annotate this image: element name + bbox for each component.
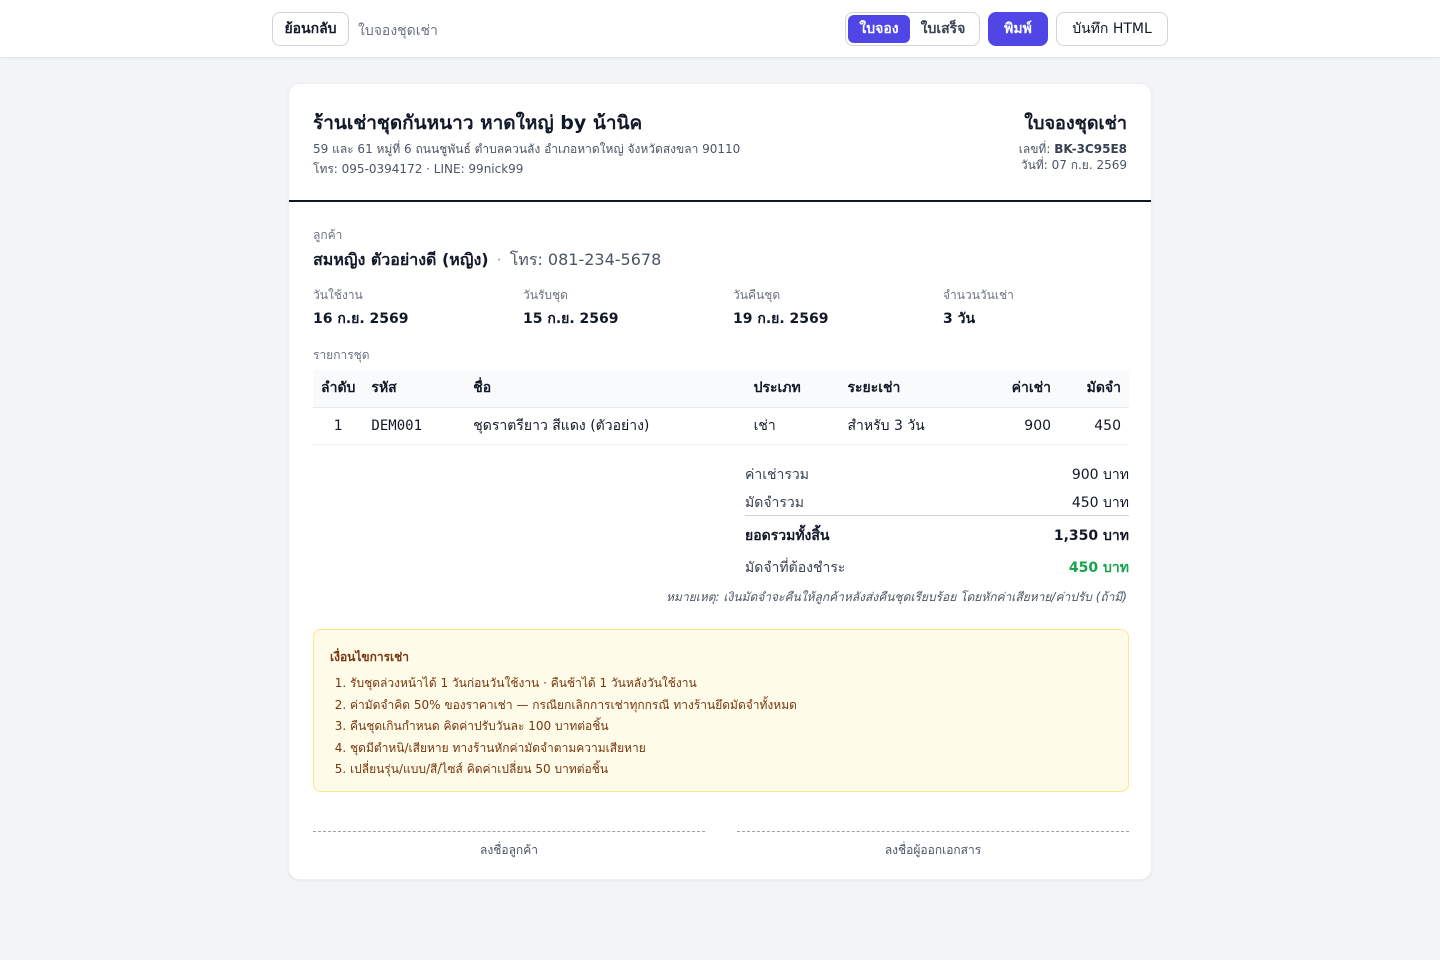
tab-booking[interactable]: ใบจอง [848, 15, 910, 43]
issuer-signature-line [737, 831, 1129, 832]
summary-label: ค่าเช่ารวม [745, 467, 809, 483]
document-number-value: BK-3C95E8 [1054, 142, 1127, 156]
info-value: 3 วัน [943, 311, 976, 327]
summary-value: 450 บาท [1068, 560, 1129, 576]
customer-name: สมหญิง ตัวอย่างดี (หญิง) [313, 250, 489, 269]
info-label: วันรับชุด [523, 288, 568, 302]
document-date: วันที่: 07 ก.ย. 2569 [1021, 156, 1127, 175]
summary-divider [745, 515, 1129, 516]
summary-value: 450 บาท [1071, 495, 1129, 511]
col-no: ลำดับ [313, 370, 364, 408]
cell-type: เช่า [745, 407, 840, 445]
breadcrumb: ใบจองชุดเช่า [358, 23, 438, 39]
info-pickup-date: วันรับชุด 15 ก.ย. 2569 [523, 286, 619, 330]
info-rental-days: จำนวนวันเช่า 3 วัน [943, 286, 1014, 330]
cell-rent: 900 [979, 407, 1060, 445]
booking-document: ร้านเช่าชุดกันหนาว หาดใหญ่ by น้านิค 59 … [288, 83, 1152, 880]
document-title: ใบจองชุดเช่า [1024, 113, 1127, 134]
document-type-toggle: ใบจอง ใบเสร็จ [845, 12, 980, 46]
cell-name: ชุดราตรียาว สีแดง (ตัวอย่าง) [465, 407, 746, 445]
terms-item: ค่ามัดจำคิด 50% ของราคาเช่า — กรณียกเลิก… [350, 695, 1112, 717]
cell-deposit: 450 [1059, 407, 1129, 445]
back-button[interactable]: ย้อนกลับ [272, 12, 349, 46]
summary-label: ยอดรวมทั้งสิ้น [745, 528, 830, 544]
info-return-date: วันคืนชุด 19 ก.ย. 2569 [733, 286, 829, 330]
terms-item: คืนชุดเกินกำหนด คิดค่าปรับวันละ 100 บาทต… [350, 716, 1112, 738]
summary-value: 1,350 บาท [1053, 528, 1129, 544]
col-deposit: มัดจำ [1059, 370, 1129, 408]
info-usage-date: วันใช้งาน 16 ก.ย. 2569 [313, 286, 409, 330]
table-header-row: ลำดับ รหัส ชื่อ ประเภท ระยะเช่า ค่าเช่า … [313, 370, 1129, 408]
info-label: วันคืนชุด [733, 288, 781, 302]
deposit-note: หมายเหตุ: เงินมัดจำจะคืนให้ลูกค้าหลังส่ง… [666, 590, 1127, 604]
info-label: จำนวนวันเช่า [943, 288, 1014, 302]
col-name: ชื่อ [465, 370, 746, 408]
tab-receipt[interactable]: ใบเสร็จ [910, 15, 976, 43]
info-label: วันใช้งาน [313, 288, 363, 302]
summary-rent-total: ค่าเช่ารวม 900 บาท [745, 464, 1129, 486]
customer-info: สมหญิง ตัวอย่างดี (หญิง) · โทร: 081-234-… [313, 248, 661, 273]
col-rent: ค่าเช่า [979, 370, 1060, 408]
customer-signature-label: ลงชื่อลูกค้า [480, 843, 538, 857]
print-button[interactable]: พิมพ์ [988, 12, 1048, 46]
save-html-button[interactable]: บันทึก HTML [1056, 12, 1168, 46]
cell-code: DEM001 [363, 407, 466, 445]
col-period: ระยะเช่า [839, 370, 980, 408]
shop-address: 59 และ 61 หมู่ที่ 6 ถนนชูพันธ์ ตำบลควนลั… [313, 142, 741, 156]
summary-label: มัดจำรวม [745, 495, 804, 511]
document-date-value: 07 ก.ย. 2569 [1051, 158, 1127, 172]
info-value: 15 ก.ย. 2569 [523, 311, 619, 327]
col-type: ประเภท [745, 370, 840, 408]
summary-deposit-due: มัดจำที่ต้องชำระ 450 บาท [745, 557, 1129, 579]
document-number-label: เลขที่: [1018, 142, 1051, 156]
items-table: ลำดับ รหัส ชื่อ ประเภท ระยะเช่า ค่าเช่า … [313, 370, 1129, 445]
header-divider [289, 200, 1151, 202]
customer-label: ลูกค้า [313, 228, 343, 242]
shop-contact: โทร: 095-0394172 · LINE: 99nick99 [313, 162, 524, 176]
terms-item: รับชุดล่วงหน้าได้ 1 วันก่อนวันใช้งาน · ค… [350, 673, 1112, 695]
items-label: รายการชุด [313, 348, 370, 362]
summary-value: 900 บาท [1071, 467, 1129, 483]
terms-title: เงื่อนไขการเช่า [330, 650, 410, 664]
col-code: รหัส [363, 370, 466, 408]
cell-period: สำหรับ 3 วัน [839, 407, 980, 445]
terms-item: ชุดมีตำหนิ/เสียหาย ทางร้านหักค่ามัดจำตาม… [350, 738, 1112, 760]
summary-grand-total: ยอดรวมทั้งสิ้น 1,350 บาท [745, 525, 1129, 547]
summary-label: มัดจำที่ต้องชำระ [745, 560, 846, 576]
terms-list: รับชุดล่วงหน้าได้ 1 วันก่อนวันใช้งาน · ค… [330, 673, 1112, 781]
info-value: 19 ก.ย. 2569 [733, 311, 829, 327]
shop-name: ร้านเช่าชุดกันหนาว หาดใหญ่ by น้านิค [313, 112, 643, 134]
table-row: 1 DEM001 ชุดราตรียาว สีแดง (ตัวอย่าง) เช… [313, 407, 1129, 445]
summary-deposit-total: มัดจำรวม 450 บาท [745, 492, 1129, 514]
customer-separator: · [496, 250, 502, 269]
cell-no: 1 [313, 407, 364, 445]
terms-item: เปลี่ยนรุ่น/แบบ/สี/ไซส์ คิดค่าเปลี่ยน 50… [350, 759, 1112, 781]
rental-terms-box: เงื่อนไขการเช่า รับชุดล่วงหน้าได้ 1 วันก… [313, 629, 1129, 792]
customer-signature-line [313, 831, 705, 832]
info-value: 16 ก.ย. 2569 [313, 311, 409, 327]
document-date-label: วันที่: [1020, 158, 1048, 172]
issuer-signature-label: ลงชื่อผู้ออกเอกสาร [884, 843, 982, 857]
top-toolbar: ย้อนกลับ ใบจองชุดเช่า ใบจอง ใบเสร็จ พิมพ… [0, 0, 1440, 58]
customer-phone: โทร: 081-234-5678 [509, 250, 662, 269]
